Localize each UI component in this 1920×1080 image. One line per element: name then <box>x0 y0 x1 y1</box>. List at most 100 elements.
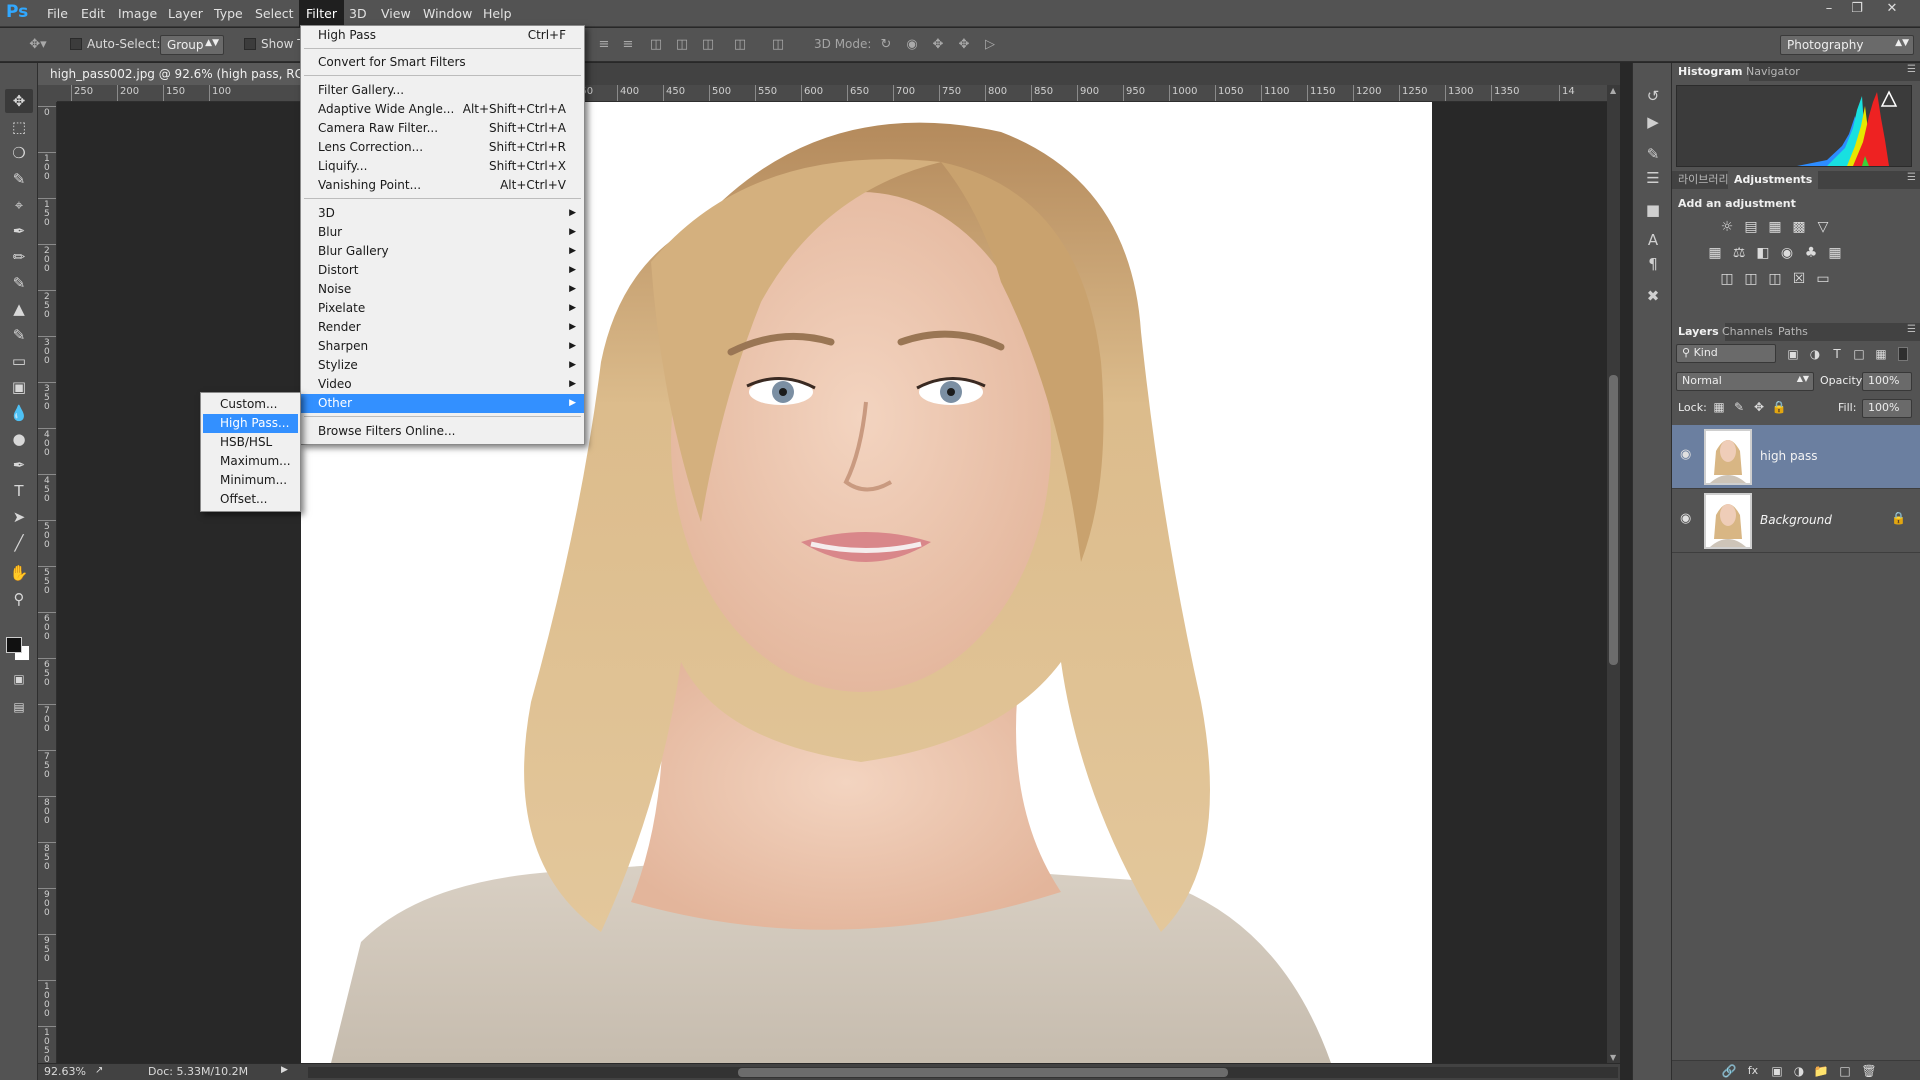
horizontal-scrollbar[interactable] <box>308 1067 1618 1078</box>
menu-item-camera-raw[interactable]: Camera Raw Filter... Shift+Ctrl+A <box>301 119 584 138</box>
dodge-tool-icon[interactable]: ● <box>5 427 33 451</box>
posterize-icon[interactable]: ◫ <box>1742 271 1760 287</box>
workspace-dropdown[interactable]: Photography ▲▼ <box>1780 35 1914 55</box>
menu-item-filter-gallery[interactable]: Filter Gallery... <box>301 81 584 100</box>
menu-item-noise[interactable]: Noise ▶ <box>301 280 584 299</box>
new-layer-icon[interactable]: □ <box>1836 1063 1854 1079</box>
3d-scale-icon[interactable]: ▷ <box>982 37 998 53</box>
layer-row-background[interactable]: ◉ Background 🔒 <box>1672 489 1920 553</box>
menu-type[interactable]: Type <box>207 0 250 27</box>
brush-tool-icon[interactable]: ✎ <box>5 271 33 295</box>
path-select-tool-icon[interactable]: ➤ <box>5 505 33 529</box>
menu-item-render[interactable]: Render ▶ <box>301 318 584 337</box>
filter-adjustment-icon[interactable]: ◑ <box>1806 346 1824 362</box>
menu-item-liquify[interactable]: Liquify... Shift+Ctrl+X <box>301 157 584 176</box>
color-lookup-icon[interactable]: ▦ <box>1826 245 1844 261</box>
menu-item-pixelate[interactable]: Pixelate ▶ <box>301 299 584 318</box>
tab-adjustments[interactable]: Adjustments <box>1728 171 1819 189</box>
align-right-icon[interactable]: ◫ <box>700 37 716 53</box>
add-mask-icon[interactable]: ▣ <box>1768 1063 1786 1079</box>
invert-icon[interactable]: ◫ <box>1718 271 1736 287</box>
panel-menu-icon[interactable]: ☰ <box>1907 172 1916 183</box>
threshold-icon[interactable]: ◫ <box>1766 271 1784 287</box>
menu-item-blur[interactable]: Blur ▶ <box>301 223 584 242</box>
menu-image[interactable]: Image <box>111 0 164 27</box>
auto-align-icon[interactable]: ◫ <box>770 37 786 53</box>
lock-transparent-icon[interactable]: ▦ <box>1710 399 1728 415</box>
filter-smart-object-icon[interactable]: ▦ <box>1872 346 1890 362</box>
history-icon[interactable]: ↺ <box>1641 85 1665 107</box>
clone-stamp-tool-icon[interactable]: ▲ <box>5 297 33 321</box>
submenu-item-custom[interactable]: Custom... <box>203 395 298 414</box>
menu-item-video[interactable]: Video ▶ <box>301 375 584 394</box>
tools-x-icon[interactable]: ✖ <box>1641 285 1665 307</box>
delete-layer-icon[interactable]: 🗑 <box>1860 1063 1878 1079</box>
menu-3d[interactable]: 3D <box>342 0 374 27</box>
gradient-tool-icon[interactable]: ▣ <box>5 375 33 399</box>
tab-navigator[interactable]: Navigator <box>1740 63 1806 81</box>
horizontal-scroll-thumb[interactable] <box>738 1068 1228 1077</box>
vibrance-icon[interactable]: ▽ <box>1814 219 1832 235</box>
zoom-tool-icon[interactable]: ⚲ <box>5 587 33 611</box>
filter-shape-icon[interactable]: □ <box>1850 346 1868 362</box>
filter-type-icon[interactable]: T <box>1828 346 1846 362</box>
auto-select-checkbox[interactable] <box>70 38 82 50</box>
status-menu-arrow-icon[interactable]: ▶ <box>281 1065 288 1075</box>
channel-mixer-icon[interactable]: ♣ <box>1802 245 1820 261</box>
hand-tool-icon[interactable]: ✋ <box>5 561 33 585</box>
align-bottom-icon[interactable]: ≡ <box>620 37 636 53</box>
foreground-color-swatch-top[interactable] <box>6 637 22 653</box>
layer-filter-kind-dropdown[interactable]: ⚲ Kind <box>1676 344 1776 363</box>
eraser-tool-icon[interactable]: ▭ <box>5 349 33 373</box>
submenu-item-offset[interactable]: Offset... <box>203 490 298 509</box>
layer-style-icon[interactable]: fx <box>1744 1063 1762 1079</box>
menu-item-distort[interactable]: Distort ▶ <box>301 261 584 280</box>
submenu-item-minimum[interactable]: Minimum... <box>203 471 298 490</box>
menu-item-last-filter[interactable]: High Pass Ctrl+F <box>301 26 584 45</box>
move-tool-preset-icon[interactable]: ✥▾ <box>22 37 54 53</box>
show-transform-checkbox[interactable] <box>244 38 256 50</box>
align-vcenter-icon[interactable]: ≡ <box>596 37 612 53</box>
scroll-down-icon[interactable]: ▼ <box>1610 1053 1616 1062</box>
new-group-icon[interactable]: 📁 <box>1812 1063 1830 1079</box>
menu-item-lens-correction[interactable]: Lens Correction... Shift+Ctrl+R <box>301 138 584 157</box>
menu-item-convert-smart-filters[interactable]: Convert for Smart Filters <box>301 53 584 72</box>
submenu-item-maximum[interactable]: Maximum... <box>203 452 298 471</box>
panel-menu-icon[interactable]: ☰ <box>1907 64 1916 75</box>
brush-settings-icon[interactable]: ☰ <box>1641 167 1665 189</box>
new-adjustment-icon[interactable]: ◑ <box>1790 1063 1808 1079</box>
menu-item-sharpen[interactable]: Sharpen ▶ <box>301 337 584 356</box>
gradient-map-icon[interactable]: ▭ <box>1814 271 1832 287</box>
actions-play-icon[interactable]: ▶ <box>1641 111 1665 133</box>
crop-tool-icon[interactable]: ⌖ <box>5 193 33 217</box>
menu-item-browse-filters-online[interactable]: Browse Filters Online... <box>301 422 584 441</box>
curves-icon[interactable]: ▦ <box>1766 219 1784 235</box>
vertical-scroll-thumb[interactable] <box>1609 375 1618 665</box>
export-icon[interactable]: ↗ <box>95 1065 103 1076</box>
screen-mode-icon[interactable]: ▤ <box>5 695 33 719</box>
blur-tool-icon[interactable]: 💧 <box>5 401 33 425</box>
zoom-level[interactable]: 92.63% <box>44 1065 86 1078</box>
menu-item-adaptive-wide-angle[interactable]: Adaptive Wide Angle... Alt+Shift+Ctrl+A <box>301 100 584 119</box>
scroll-up-icon[interactable]: ▲ <box>1610 86 1616 95</box>
tab-paths[interactable]: Paths <box>1772 323 1814 341</box>
black-white-icon[interactable]: ◧ <box>1754 245 1772 261</box>
type-tool-icon[interactable]: T <box>5 479 33 503</box>
align-hcenter-icon[interactable]: ◫ <box>674 37 690 53</box>
photo-filter-icon[interactable]: ◉ <box>1778 245 1796 261</box>
3d-slide-icon[interactable]: ✥ <box>956 37 972 53</box>
eye-icon[interactable]: ◉ <box>1680 447 1700 465</box>
brightness-contrast-icon[interactable]: ☼ <box>1718 219 1736 235</box>
menu-edit[interactable]: Edit <box>74 0 112 27</box>
quick-select-tool-icon[interactable]: ✎ <box>5 167 33 191</box>
filter-pixel-icon[interactable]: ▣ <box>1784 346 1802 362</box>
document-tab[interactable]: high_pass002.jpg @ 92.6% (high pass, RGB… <box>38 63 300 85</box>
layer-name[interactable]: high pass <box>1760 449 1817 463</box>
menu-item-vanishing-point[interactable]: Vanishing Point... Alt+Ctrl+V <box>301 176 584 195</box>
marquee-tool-icon[interactable]: ⬚ <box>5 115 33 139</box>
lock-image-icon[interactable]: ✎ <box>1730 399 1748 415</box>
align-left-icon[interactable]: ◫ <box>648 37 664 53</box>
pen-tool-icon[interactable]: ✒ <box>5 453 33 477</box>
menu-help[interactable]: Help <box>476 0 519 27</box>
eye-icon[interactable]: ◉ <box>1680 511 1700 529</box>
